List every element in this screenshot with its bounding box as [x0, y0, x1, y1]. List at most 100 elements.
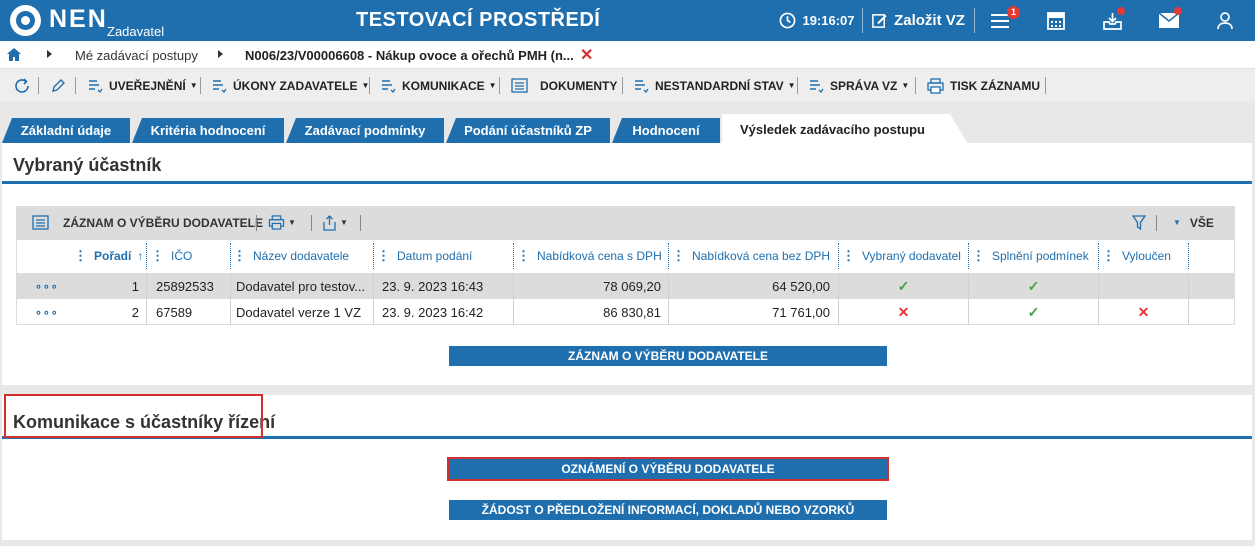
toolbar-ukony-zadavatele[interactable]: ÚKONY ZADAVATELE ▼	[212, 69, 369, 102]
column-header-cena-bez-dph[interactable]: ⋮ Nabídková cena bez DPH	[672, 240, 837, 272]
row-actions-button[interactable]: ∘∘∘	[35, 299, 65, 325]
grid-header: ⋮ Pořadí ↑ ⋮ IČO ⋮ Název dodavatele ⋮ Datum p…	[17, 240, 1234, 272]
check-icon: ✓	[897, 277, 910, 294]
table-row[interactable]: ∘∘∘ 2 67589 Dodavatel verze 1 VZ 23. 9. …	[17, 299, 1234, 325]
request-documents-button[interactable]: ŽÁDOST O PŘEDLOŽENÍ INFORMACÍ, DOKLADŮ N…	[449, 500, 887, 520]
row-actions-button[interactable]: ∘∘∘	[35, 273, 65, 299]
tab-hodnoceni[interactable]: Hodnocení	[612, 118, 720, 143]
create-vz-label: Založit VZ	[894, 12, 965, 29]
grid-title: ZÁZNAM O VÝBĚRU DODAVATELE	[63, 215, 263, 230]
column-header-cena-s-dph[interactable]: ⋮ Nabídková cena s DPH	[517, 240, 667, 272]
breadcrumb-separator	[218, 50, 223, 58]
action-list-icon	[89, 79, 103, 93]
toolbar-tisk-zaznamu[interactable]: TISK ZÁZNAMU	[927, 69, 1040, 102]
column-header-ico[interactable]: ⋮ IČO	[151, 240, 227, 272]
tab-zakladni-udaje[interactable]: Základní údaje	[2, 118, 130, 143]
breadcrumb-item-current[interactable]: N006/23/V00006608 - Nákup ovoce a ořechů…	[245, 48, 574, 63]
table-row[interactable]: ∘∘∘ 1 25892533 Dodavatel pro testov... 2…	[17, 273, 1234, 299]
toolbar-komunikace[interactable]: KOMUNIKACE ▼	[381, 69, 497, 102]
cross-icon: ✕	[897, 303, 910, 320]
grid-document-button[interactable]	[32, 206, 49, 239]
close-tab-icon[interactable]: ✕	[580, 45, 593, 65]
toolbar-dokumenty[interactable]: DOKUMENTY	[511, 69, 617, 102]
clock-icon	[780, 12, 796, 29]
inbox-button[interactable]	[1096, 0, 1128, 41]
toolbar-dokumenty-label: DOKUMENTY	[540, 78, 618, 93]
column-menu-icon[interactable]: ⋮	[151, 248, 164, 264]
column-menu-icon[interactable]: ⋮	[377, 248, 390, 264]
record-selection-button[interactable]: ZÁZNAM O VÝBĚRU DODAVATELE	[449, 346, 887, 366]
toolbar-sprava-vz[interactable]: SPRÁVA VZ ▼	[809, 69, 909, 102]
document-icon	[32, 215, 49, 230]
create-vz-button[interactable]: Založit VZ	[866, 0, 970, 41]
chevron-down-icon: ▼	[288, 218, 296, 227]
grid-print-button[interactable]: ▼	[268, 206, 296, 239]
column-menu-icon[interactable]: ⋮	[842, 248, 855, 264]
tab-vysledek-zadavaciho-postupu[interactable]: Výsledek zadávacího postupu	[722, 114, 968, 144]
grid-filter-button[interactable]	[1132, 206, 1146, 239]
chevron-down-icon: ▼	[189, 81, 198, 90]
column-header-splneni[interactable]: ⋮ Splnění podmínek	[972, 240, 1098, 272]
column-header-nazev[interactable]: ⋮ Název dodavatele	[233, 240, 373, 272]
session-time: 19:16:07	[802, 13, 855, 28]
cell-cena-bez-dph: 71 761,00	[772, 304, 830, 320]
tab-zadavaci-podminky[interactable]: Zadávací podmínky	[286, 118, 444, 143]
cell-ico: 67589	[156, 304, 193, 320]
tab-kriteria-hodnoceni[interactable]: Kritéria hodnocení	[132, 118, 284, 143]
column-header-poradi[interactable]: ⋮ Pořadí ↑	[74, 240, 144, 272]
filter-icon	[1132, 214, 1146, 230]
toolbar-sprava-vz-label: SPRÁVA VZ	[830, 78, 898, 93]
cell-poradi: 1	[131, 278, 139, 294]
grid-show-all-label: VŠE	[1189, 215, 1214, 230]
section-divider	[2, 181, 1252, 184]
column-menu-icon[interactable]: ⋮	[74, 248, 87, 264]
document-icon	[511, 78, 528, 93]
cross-icon: ✕	[1137, 303, 1150, 320]
printer-icon	[927, 77, 944, 94]
cell-ico: 25892533	[156, 278, 214, 294]
breadcrumb: Mé zadávací postupy N006/23/V00006608 - …	[0, 41, 1255, 68]
chevron-down-icon: ▼	[787, 81, 796, 90]
toolbar-tisk-zaznamu-label: TISK ZÁZNAMU	[950, 78, 1040, 93]
column-header-vyloucen[interactable]: ⋮ Vyloučen	[1102, 240, 1188, 272]
cell-vyloucen	[1099, 273, 1188, 299]
menu-button[interactable]: 1	[985, 0, 1020, 41]
refresh-button[interactable]	[13, 69, 31, 102]
cell-nazev: Dodavatel verze 1 VZ	[236, 304, 362, 320]
grid-show-all-button[interactable]: ▼ VŠE	[1173, 206, 1214, 239]
grid-export-button[interactable]: ▼	[322, 206, 348, 239]
cell-datum: 23. 9. 2023 16:43	[382, 278, 484, 294]
environment-title: TESTOVACÍ PROSTŘEDÍ	[356, 9, 601, 31]
notification-badge: 1	[1007, 6, 1020, 19]
tab-podani-ucastniku[interactable]: Podání účastníků ZP	[446, 118, 610, 143]
breadcrumb-item-my-procedures[interactable]: Mé zadávací postupy	[75, 48, 198, 63]
messages-button[interactable]	[1153, 0, 1185, 41]
column-label: Nabídková cena s DPH	[537, 249, 662, 263]
user-button[interactable]	[1209, 0, 1241, 41]
chevron-down-icon: ▼	[1173, 218, 1181, 227]
column-header-vybrany[interactable]: ⋮ Vybraný dodavatel	[842, 240, 968, 272]
top-header: NEN Zadavatel TESTOVACÍ PROSTŘEDÍ 19:16:…	[0, 0, 1255, 41]
column-label: Nabídková cena bez DPH	[692, 249, 831, 263]
column-header-datum[interactable]: ⋮ Datum podání	[377, 240, 513, 272]
toolbar-nestandardni-stav-label: NESTANDARDNÍ STAV	[655, 78, 784, 93]
column-menu-icon[interactable]: ⋮	[672, 248, 685, 264]
nen-logo-icon[interactable]	[10, 5, 41, 36]
logo-text[interactable]: NEN	[49, 5, 108, 34]
toolbar-uverejneni[interactable]: UVEŘEJNĚNÍ ▼	[88, 69, 198, 102]
cell-vybrany: ✕	[839, 299, 968, 325]
toolbar-nestandardni-stav[interactable]: NESTANDARDNÍ STAV ▼	[634, 69, 796, 102]
action-list-icon	[810, 79, 824, 93]
selected-participant-title: Vybraný účastník	[13, 155, 162, 175]
home-icon[interactable]	[7, 48, 21, 61]
column-menu-icon[interactable]: ⋮	[517, 248, 530, 264]
column-menu-icon[interactable]: ⋮	[1102, 248, 1115, 264]
column-menu-icon[interactable]: ⋮	[972, 248, 985, 264]
column-menu-icon[interactable]: ⋮	[233, 248, 246, 264]
edit-button[interactable]	[50, 69, 66, 102]
column-label: Pořadí	[94, 249, 132, 263]
cell-splneni: ✓	[969, 299, 1098, 325]
cell-cena-s-dph: 86 830,81	[603, 304, 661, 320]
calculator-button[interactable]	[1040, 0, 1072, 41]
action-list-icon	[382, 79, 396, 93]
